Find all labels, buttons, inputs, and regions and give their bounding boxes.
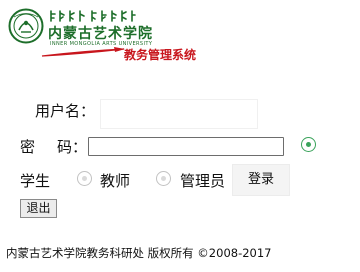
- username-input[interactable]: [100, 99, 258, 129]
- footer-copyright: 内蒙古艺术学院教务科研处 版权所有 ©2008-2017: [6, 246, 272, 260]
- role-label-teacher: 教师: [100, 172, 131, 190]
- role-radio-admin[interactable]: [156, 171, 171, 186]
- password-label: 密 码：: [20, 136, 87, 157]
- radio-dot-icon: [82, 176, 87, 181]
- logout-button[interactable]: 退出: [20, 199, 57, 218]
- system-title: 教务管理系统: [124, 48, 197, 62]
- password-label-first: 密: [20, 138, 36, 156]
- red-swoosh-decoration: [41, 47, 125, 57]
- radio-dot-icon: [161, 176, 166, 181]
- login-button[interactable]: 登录: [232, 164, 290, 196]
- password-input[interactable]: [88, 137, 284, 156]
- username-label: 用户名：: [35, 102, 96, 120]
- password-label-second: 码：: [57, 138, 88, 156]
- site-header: 内蒙古艺术学院 INNER MONGOLIA ARTS UNIVERSITY 教…: [0, 0, 360, 70]
- radio-dot-icon: [305, 141, 311, 147]
- university-name-cn: 内蒙古艺术学院: [48, 26, 153, 42]
- role-radio-teacher[interactable]: [77, 171, 92, 186]
- role-label-student: 学生: [20, 172, 51, 190]
- role-radio-student[interactable]: [301, 137, 316, 152]
- university-emblem-icon: [8, 8, 44, 44]
- mongolian-script-logo: [50, 10, 136, 22]
- role-label-admin: 管理员: [180, 172, 226, 190]
